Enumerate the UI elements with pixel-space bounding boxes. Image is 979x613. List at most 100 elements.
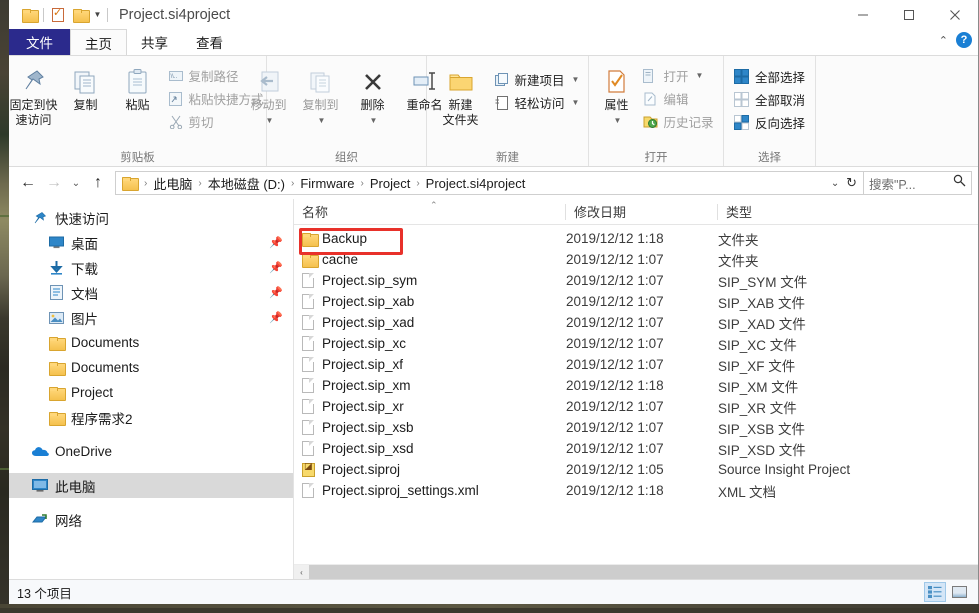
search-input[interactable]: 搜索"P...: [864, 171, 972, 195]
recent-locations-button[interactable]: ⌄: [67, 170, 85, 196]
file-name-cell[interactable]: cache: [294, 252, 566, 268]
properties-icon[interactable]: [47, 4, 69, 26]
file-list[interactable]: Backup 2019/12/12 1:18 文件夹 cache 2019/12/12 …: [294, 225, 978, 564]
sidebar-item-network[interactable]: 网络: [9, 507, 293, 532]
sidebar-item-onedrive[interactable]: OneDrive: [9, 439, 293, 464]
invert-selection-button[interactable]: 反向选择: [730, 111, 809, 134]
table-row[interactable]: Project.sip_xsb 2019/12/12 1:07 SIP_XSB 文件: [294, 417, 978, 438]
back-button[interactable]: ←: [15, 170, 41, 196]
pin-icon[interactable]: 📌: [269, 311, 283, 324]
file-name-cell[interactable]: Project.sip_sym: [294, 273, 566, 288]
open-caret-icon[interactable]: ▼: [696, 71, 704, 80]
file-name-cell[interactable]: Project.sip_xsb: [294, 420, 566, 435]
pin-icon[interactable]: 📌: [269, 286, 283, 299]
details-view-button[interactable]: [924, 582, 946, 602]
table-row[interactable]: Project.sip_sym 2019/12/12 1:07 SIP_SYM 文件: [294, 270, 978, 291]
tab-share[interactable]: 共享: [127, 29, 182, 55]
history-button[interactable]: 历史记录: [638, 110, 717, 133]
copy-to-button[interactable]: 复制到 ▼: [295, 62, 347, 131]
properties-caret-icon[interactable]: ▼: [614, 113, 622, 128]
file-name-cell[interactable]: Project.sip_xad: [294, 315, 566, 330]
table-row[interactable]: Project.sip_xr 2019/12/12 1:07 SIP_XR 文件: [294, 396, 978, 417]
collapse-ribbon-icon[interactable]: ⌃: [939, 34, 948, 47]
breadcrumb[interactable]: › 此电脑 › 本地磁盘 (D:) › Firmware › Project ›…: [115, 171, 864, 195]
breadcrumb-item-3[interactable]: Project: [367, 176, 413, 191]
up-button[interactable]: ↑: [85, 170, 111, 196]
copy-to-caret-icon[interactable]: ▼: [318, 113, 326, 128]
properties-button[interactable]: 属性 ▼: [594, 62, 638, 131]
table-row[interactable]: Project.siproj 2019/12/12 1:05 Source Insi…: [294, 459, 978, 480]
new-folder-button[interactable]: 新建 文件夹: [432, 62, 490, 131]
file-name-cell[interactable]: Project.sip_xr: [294, 399, 566, 414]
scroll-left-arrow-icon[interactable]: ‹: [294, 564, 309, 579]
easy-access-caret-icon[interactable]: ▼: [572, 98, 580, 107]
pin-icon[interactable]: 📌: [269, 261, 283, 274]
sidebar-item-program-requirements-2[interactable]: 程序需求2: [9, 405, 293, 430]
tab-home[interactable]: 主页: [70, 29, 127, 55]
file-name-cell[interactable]: Project.sip_xsd: [294, 441, 566, 456]
edit-button[interactable]: 编辑: [638, 87, 717, 110]
sidebar-item-documents-folder-2[interactable]: Documents: [9, 355, 293, 380]
horizontal-scrollbar[interactable]: ‹: [294, 564, 978, 579]
table-row[interactable]: Project.sip_xab 2019/12/12 1:07 SIP_XAB 文件: [294, 291, 978, 312]
address-dropdown-icon[interactable]: ⌄: [827, 178, 843, 189]
sidebar-item-this-pc[interactable]: 此电脑: [9, 473, 293, 498]
easy-access-button[interactable]: 轻松访问 ▼: [490, 91, 584, 114]
file-name-cell[interactable]: Project.sip_xab: [294, 294, 566, 309]
breadcrumb-item-4[interactable]: Project.si4project: [423, 176, 529, 191]
maximize-button[interactable]: [886, 0, 932, 29]
new-folder-icon[interactable]: [69, 4, 91, 26]
sidebar-item-project[interactable]: Project: [9, 380, 293, 405]
file-name-cell[interactable]: Project.sip_xc: [294, 336, 566, 351]
file-name-cell[interactable]: Project.sip_xm: [294, 378, 566, 393]
sidebar-item-desktop[interactable]: 桌面 📌: [9, 230, 293, 255]
file-name-cell[interactable]: Backup: [294, 231, 566, 247]
scrollbar-thumb[interactable]: [309, 564, 978, 579]
select-all-button[interactable]: 全部选择: [730, 65, 809, 88]
tab-view[interactable]: 查看: [182, 29, 237, 55]
help-icon[interactable]: ?: [956, 32, 972, 48]
sidebar-item-documents[interactable]: 文档 📌: [9, 280, 293, 305]
move-to-button[interactable]: 移动到 ▼: [243, 62, 295, 131]
sidebar-item-pictures[interactable]: 图片 📌: [9, 305, 293, 330]
pin-to-quick-access-button[interactable]: 固定到快 速访问: [9, 62, 60, 131]
new-item-caret-icon[interactable]: ▼: [572, 75, 580, 84]
table-row[interactable]: Project.siproj_settings.xml 2019/12/12 1:…: [294, 480, 978, 501]
select-none-button[interactable]: 全部取消: [730, 88, 809, 111]
open-button[interactable]: 打开 ▼: [638, 64, 717, 87]
paste-button[interactable]: 粘贴: [112, 62, 164, 116]
customize-caret-icon[interactable]: ▼: [91, 4, 104, 26]
sidebar-item-downloads[interactable]: 下载 📌: [9, 255, 293, 280]
move-to-caret-icon[interactable]: ▼: [266, 113, 274, 128]
file-name-cell[interactable]: Project.siproj: [294, 461, 566, 477]
breadcrumb-item-2[interactable]: Firmware: [297, 176, 357, 191]
file-name-cell[interactable]: Project.sip_xf: [294, 357, 566, 372]
table-row[interactable]: Project.sip_xc 2019/12/12 1:07 SIP_XC 文件: [294, 333, 978, 354]
delete-button[interactable]: 删除 ▼: [347, 62, 399, 131]
folder-icon[interactable]: [18, 4, 40, 26]
refresh-icon[interactable]: ↻: [846, 175, 857, 191]
table-row[interactable]: Project.sip_xad 2019/12/12 1:07 SIP_XAD 文件: [294, 312, 978, 333]
file-name-cell[interactable]: Project.siproj_settings.xml: [294, 483, 566, 498]
table-row[interactable]: Backup 2019/12/12 1:18 文件夹: [294, 228, 978, 249]
table-row[interactable]: Project.sip_xsd 2019/12/12 1:07 SIP_XSD 文件: [294, 438, 978, 459]
sidebar-item-quick-access[interactable]: 快速访问: [9, 205, 293, 230]
delete-caret-icon[interactable]: ▼: [370, 113, 378, 128]
search-icon[interactable]: [953, 174, 966, 192]
table-row[interactable]: cache 2019/12/12 1:07 文件夹: [294, 249, 978, 270]
pin-icon[interactable]: 📌: [269, 236, 283, 249]
tab-file[interactable]: 文件: [9, 29, 70, 55]
minimize-button[interactable]: [840, 0, 886, 29]
thumbnail-view-button[interactable]: [948, 582, 970, 602]
copy-button[interactable]: 复制: [60, 62, 112, 116]
table-row[interactable]: Project.sip_xm 2019/12/12 1:18 SIP_XM 文件: [294, 375, 978, 396]
close-button[interactable]: [932, 0, 978, 29]
new-item-button[interactable]: 新建项目 ▼: [490, 68, 584, 91]
sidebar-item-documents-folder-1[interactable]: Documents: [9, 330, 293, 355]
column-header-name[interactable]: 名称 ⌃: [294, 199, 566, 225]
breadcrumb-item-0[interactable]: 此电脑: [150, 174, 195, 193]
forward-button[interactable]: →: [41, 170, 67, 196]
table-row[interactable]: Project.sip_xf 2019/12/12 1:07 SIP_XF 文件: [294, 354, 978, 375]
breadcrumb-item-1[interactable]: 本地磁盘 (D:): [205, 174, 288, 193]
column-header-date-modified[interactable]: 修改日期: [566, 199, 718, 225]
